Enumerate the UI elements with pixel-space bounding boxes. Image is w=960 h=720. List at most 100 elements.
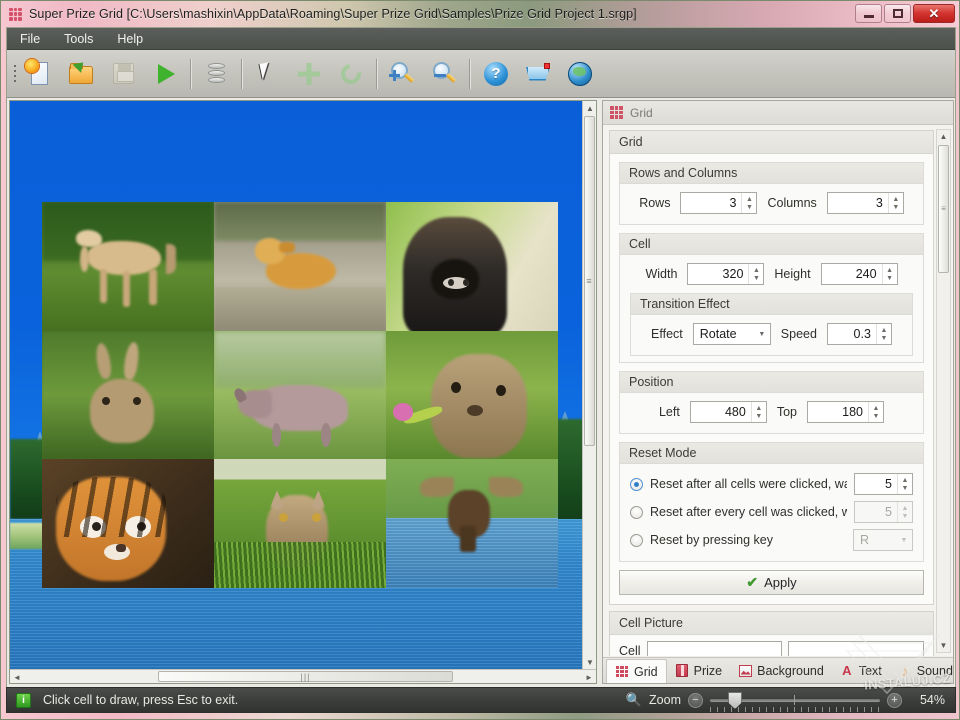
reset-option-key[interactable]: Reset by pressing key R ▼	[630, 529, 913, 551]
open-project-button[interactable]	[60, 53, 102, 95]
application-window: Super Prize Grid [C:\Users\mashixin\AppD…	[0, 0, 960, 720]
speed-spinner[interactable]: ▲▼	[827, 323, 892, 345]
minimize-button[interactable]	[855, 4, 882, 23]
grid-cell-kitten[interactable]	[214, 459, 386, 588]
reset-all-cells-spin-arrows[interactable]: ▲▼	[897, 474, 912, 494]
run-button[interactable]	[144, 53, 186, 95]
zoom-out-button[interactable]	[423, 53, 465, 95]
reset-all-cells-wait-input[interactable]	[855, 474, 897, 494]
canvas-surface[interactable]	[10, 101, 584, 669]
grid-cell-tiger[interactable]	[42, 459, 214, 588]
rows-spin-arrows[interactable]: ▲▼	[741, 193, 756, 213]
position-left-input[interactable]	[691, 402, 751, 422]
zoom-out-button[interactable]: −	[688, 693, 703, 708]
tab-text[interactable]: A Text	[832, 658, 890, 683]
cell-picture-file-input[interactable]	[788, 641, 924, 656]
cell-height-spinner[interactable]: ▲▼	[821, 263, 898, 285]
zoom-slider[interactable]	[710, 693, 880, 707]
cell-picture-cell-input[interactable]	[647, 641, 783, 656]
cell-width-input[interactable]	[688, 264, 748, 284]
radio-every-cell-icon[interactable]	[630, 506, 643, 519]
grid-logo-icon	[9, 8, 22, 21]
toolbar-separator	[376, 59, 377, 89]
prize-grid[interactable]	[42, 202, 558, 588]
columns-spin-arrows[interactable]: ▲▼	[888, 193, 903, 213]
grid-cell-rabbit[interactable]	[42, 331, 214, 460]
grid-cell-marmot[interactable]	[386, 331, 558, 460]
radio-all-cells-icon[interactable]	[630, 478, 643, 491]
cell-width-spin-arrows[interactable]: ▲▼	[748, 264, 763, 284]
scroll-up-arrow-icon[interactable]: ▲	[583, 101, 597, 115]
dock-vertical-scrollbar[interactable]: ▲ ≡ ▼	[936, 129, 951, 653]
tab-grid[interactable]: Grid	[606, 659, 667, 683]
title-bar[interactable]: Super Prize Grid [C:\Users\mashixin\AppD…	[1, 1, 960, 27]
zoom-in-button[interactable]: +	[887, 693, 902, 708]
buy-button[interactable]	[516, 53, 558, 95]
menu-tools[interactable]: Tools	[61, 30, 96, 48]
toolbar-grip[interactable]	[11, 59, 18, 89]
cell-picture-title: Cell Picture	[610, 612, 933, 635]
maximize-button[interactable]	[884, 4, 911, 23]
position-top-input[interactable]	[808, 402, 868, 422]
help-button[interactable]: ?	[474, 53, 516, 95]
canvas-vertical-scrollbar[interactable]: ▲ ≡ ▼	[582, 101, 596, 683]
sound-icon: ♪	[898, 664, 912, 678]
new-project-button[interactable]	[18, 53, 60, 95]
position-top-spin-arrows[interactable]: ▲▼	[868, 402, 883, 422]
tab-background[interactable]: Background	[730, 658, 832, 683]
save-floppy-icon	[108, 59, 138, 89]
reset-all-cells-wait-spinner[interactable]: ▲▼	[854, 473, 913, 495]
radio-press-key-icon[interactable]	[630, 534, 643, 547]
reset-option-all-cells-label: Reset after all cells were clicked, wa	[650, 477, 847, 491]
reset-option-all-cells[interactable]: Reset after all cells were clicked, wa ▲…	[630, 473, 913, 495]
rows-input[interactable]	[681, 193, 741, 213]
canvas-horizontal-scrollbar[interactable]: ◄ ||| ►	[10, 669, 596, 683]
zoom-in-button[interactable]	[381, 53, 423, 95]
rotate-icon	[336, 59, 366, 89]
scroll-left-arrow-icon[interactable]: ◄	[10, 670, 24, 684]
speed-spin-arrows[interactable]: ▲▼	[876, 324, 891, 344]
select-tool-button[interactable]	[246, 53, 288, 95]
cell-width-spinner[interactable]: ▲▼	[687, 263, 764, 285]
dock-scroll-thumb[interactable]: ≡	[938, 145, 949, 273]
dock-scroll-up-icon[interactable]: ▲	[937, 130, 950, 143]
scroll-right-arrow-icon[interactable]: ►	[582, 670, 596, 684]
menu-help[interactable]: Help	[114, 30, 146, 48]
design-canvas[interactable]: ▲ ≡ ▼ ◄ ||| ►	[9, 100, 597, 684]
dock-scroll-content: Grid Rows and Columns Rows	[609, 130, 934, 656]
columns-input[interactable]	[828, 193, 888, 213]
position-left-spin-arrows[interactable]: ▲▼	[751, 402, 766, 422]
tab-sound-label: Sound	[917, 664, 953, 678]
speed-input[interactable]	[828, 324, 876, 344]
database-button[interactable]	[195, 53, 237, 95]
move-tool-button	[288, 53, 330, 95]
grid-group-title: Grid	[610, 131, 933, 154]
canvas-vscroll-thumb[interactable]: ≡	[584, 116, 595, 446]
columns-spinner[interactable]: ▲▼	[827, 192, 904, 214]
rows-spinner[interactable]: ▲▼	[680, 192, 757, 214]
tab-grid-label: Grid	[634, 665, 658, 679]
dock-scroll-down-icon[interactable]: ▼	[937, 639, 950, 652]
apply-button[interactable]: ✔ Apply	[619, 570, 924, 595]
position-top-spinner[interactable]: ▲▼	[807, 401, 884, 423]
menu-file[interactable]: File	[17, 30, 43, 48]
grid-cell-rhino[interactable]	[214, 331, 386, 460]
reset-mode-group: Reset Mode Reset after all cells were cl…	[619, 442, 924, 562]
position-left-spinner[interactable]: ▲▼	[690, 401, 767, 423]
grid-cell-moose[interactable]	[386, 459, 558, 588]
tab-prize[interactable]: Prize	[667, 658, 730, 683]
grid-cell-horse[interactable]	[42, 202, 214, 331]
reset-option-every-cell[interactable]: Reset after every cell was clicked, w ▲▼	[630, 501, 913, 523]
effect-combobox[interactable]: Rotate ▼	[693, 323, 771, 345]
tab-sound[interactable]: ♪ Sound	[890, 658, 960, 683]
close-icon: ✕	[929, 6, 940, 22]
grid-cell-gorilla[interactable]	[386, 202, 558, 331]
website-button[interactable]	[558, 53, 600, 95]
canvas-hscroll-thumb[interactable]: |||	[158, 671, 453, 682]
scroll-down-arrow-icon[interactable]: ▼	[583, 655, 597, 669]
cell-height-spin-arrows[interactable]: ▲▼	[882, 264, 897, 284]
grid-cell-dog[interactable]	[214, 202, 386, 331]
cell-height-input[interactable]	[822, 264, 882, 284]
client-area: File Tools Help	[6, 27, 956, 713]
close-button[interactable]: ✕	[913, 4, 955, 23]
